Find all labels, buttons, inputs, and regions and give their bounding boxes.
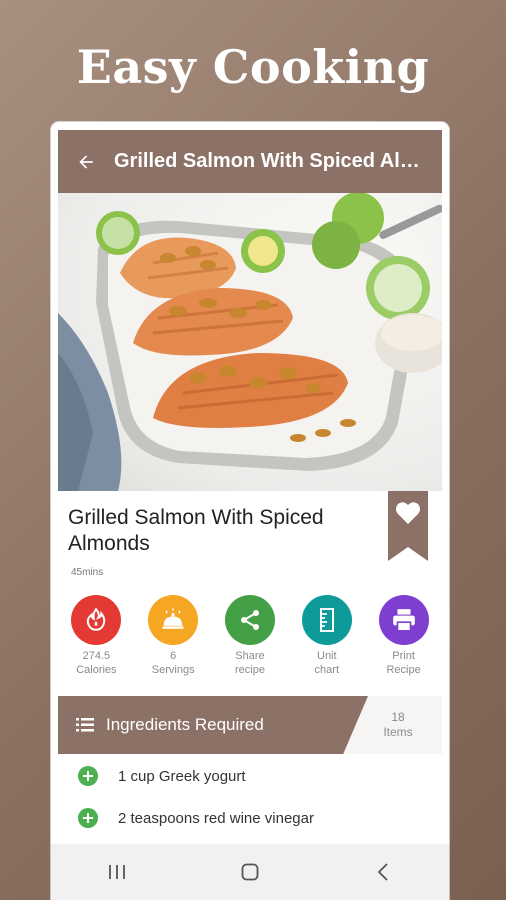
- servings-value: 6: [170, 650, 177, 662]
- favorite-button[interactable]: [388, 491, 428, 561]
- unit-label-2: chart: [314, 664, 340, 676]
- recents-button[interactable]: [87, 852, 147, 892]
- salmon-dish-illustration: [58, 193, 442, 491]
- arrow-back-icon: [79, 154, 93, 169]
- phone-screen: Grilled Salmon With Spiced Almonds Grill…: [51, 122, 449, 900]
- plus-icon[interactable]: [78, 766, 98, 786]
- ingredients-count: 18 Items: [370, 710, 426, 740]
- cook-duration: 45mins: [71, 567, 104, 578]
- ingredients-list: 1 cup Greek yogurt 2 teaspoons red wine …: [58, 754, 442, 844]
- calories-label: Calories: [76, 664, 117, 676]
- flame-icon: [87, 607, 106, 631]
- print-action[interactable]: Print Recipe: [365, 595, 442, 685]
- serving-dish-icon: [162, 608, 184, 629]
- ingredient-text: 1 cup Greek yogurt: [118, 767, 246, 785]
- unit-label-1: Unit: [317, 650, 337, 662]
- list-item[interactable]: 2 teaspoons red wine vinegar: [58, 798, 442, 838]
- calories-circle: [71, 595, 122, 645]
- home-icon: [241, 863, 259, 881]
- top-app-bar: Grilled Salmon With Spiced Almonds: [58, 130, 442, 193]
- share-circle: [224, 595, 275, 645]
- unit-chart-action[interactable]: Unit chart: [288, 595, 365, 685]
- unit-chart-circle: [301, 595, 352, 645]
- print-circle: [378, 595, 429, 645]
- app-headline: Easy Cooking: [76, 40, 430, 94]
- plus-icon[interactable]: [78, 808, 98, 828]
- recipe-title: Grilled Salmon With Spiced Almonds: [68, 506, 324, 555]
- list-icon: [76, 718, 94, 732]
- recipe-title-section: Grilled Salmon With Spiced Almonds 45min…: [58, 491, 442, 591]
- servings-action[interactable]: 6 Servings: [135, 595, 212, 685]
- recipe-photo: [58, 193, 442, 491]
- system-nav-bar: [51, 844, 449, 900]
- back-button[interactable]: [58, 130, 114, 193]
- nav-back-button[interactable]: [353, 852, 413, 892]
- print-label-1: Print: [392, 650, 415, 662]
- ingredients-count-label: Items: [383, 725, 413, 739]
- calories-value: 274.5: [82, 650, 111, 662]
- recipe-actions: 274.5 Calories 6 Servings Share recipe U…: [58, 595, 442, 685]
- home-button[interactable]: [220, 852, 280, 892]
- ingredients-title: Ingredients Required: [106, 715, 264, 734]
- share-action[interactable]: Share recipe: [212, 595, 289, 685]
- back-icon: [377, 863, 388, 881]
- share-label-2: recipe: [235, 664, 265, 676]
- ingredient-text: 2 teaspoons red wine vinegar: [118, 809, 314, 827]
- servings-label: Servings: [151, 664, 195, 676]
- ingredients-header: Ingredients Required 18 Items: [58, 696, 442, 754]
- servings-circle: [148, 595, 199, 645]
- share-label-1: Share: [235, 650, 265, 662]
- print-label-2: Recipe: [386, 664, 421, 676]
- list-item[interactable]: 1 cup Greek yogurt: [58, 756, 442, 796]
- ruler-icon: [319, 608, 334, 632]
- share-icon: [240, 610, 259, 630]
- calories-action[interactable]: 274.5 Calories: [58, 595, 135, 685]
- ingredients-count-value: 18: [391, 710, 405, 724]
- toolbar-title: Grilled Salmon With Spiced Almonds: [114, 150, 432, 172]
- printer-icon: [392, 609, 415, 632]
- recents-icon: [109, 865, 126, 879]
